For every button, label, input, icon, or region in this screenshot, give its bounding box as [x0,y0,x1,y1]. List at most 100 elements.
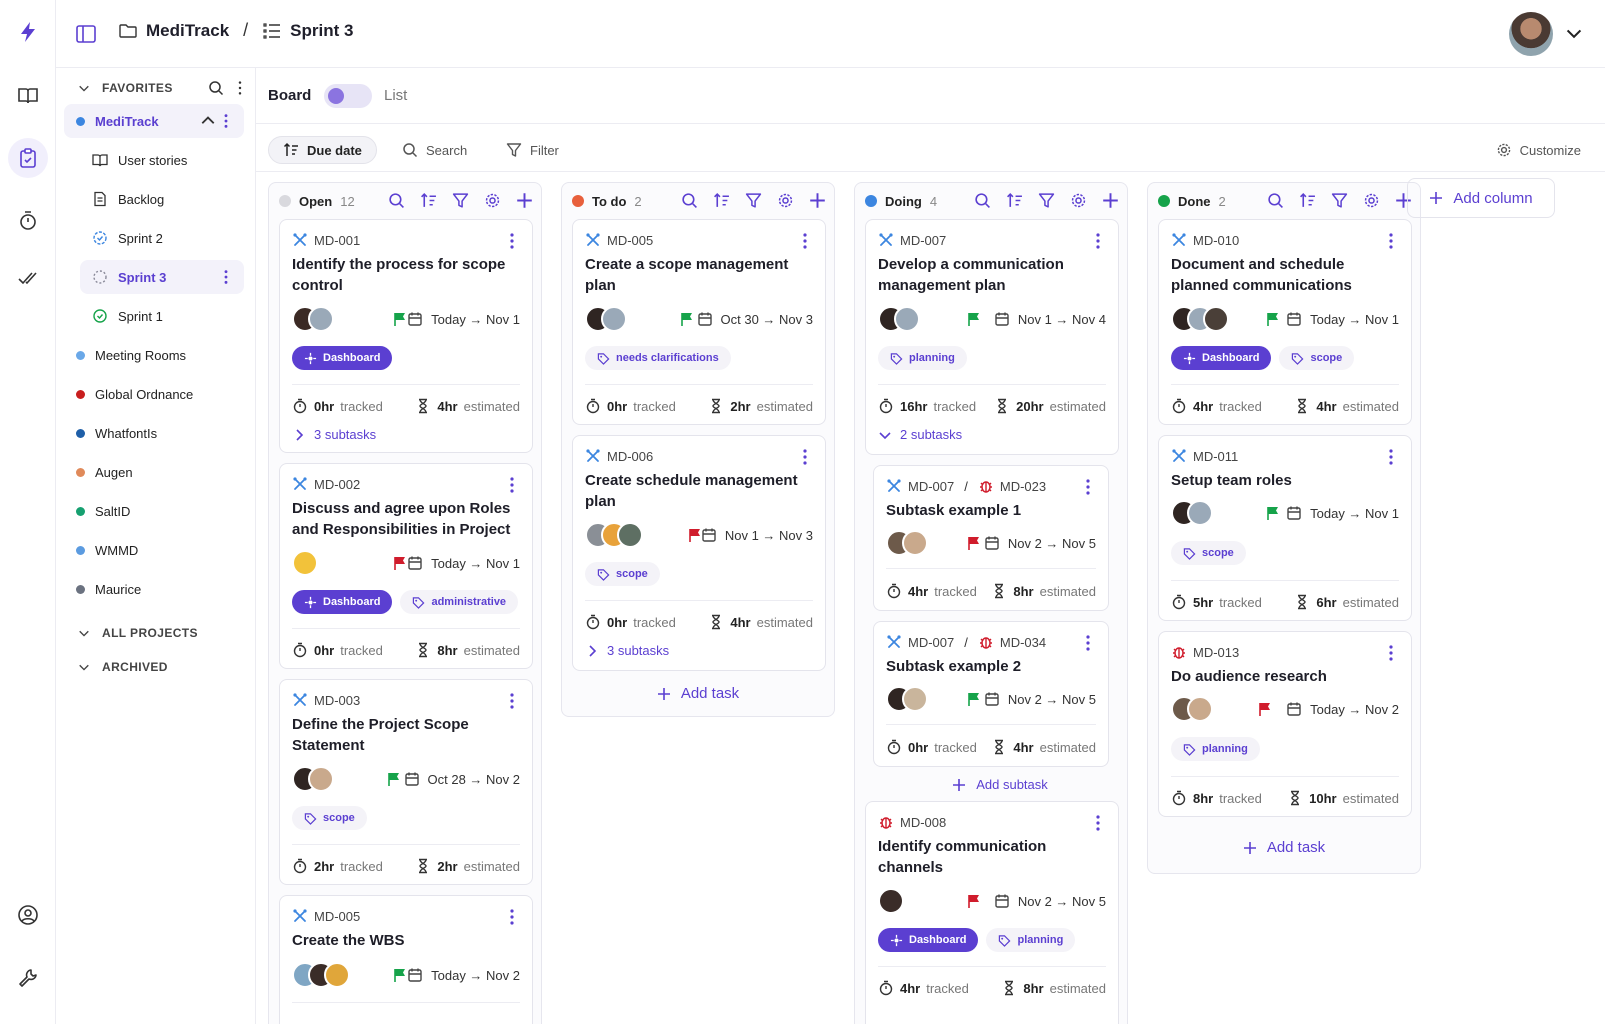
sidebar-item-saltid[interactable]: SaltID [64,494,244,528]
flag-icon[interactable] [1257,701,1273,717]
task-card[interactable]: MD-013 Do audience research Today → Nov … [1158,631,1412,817]
sort-icon[interactable] [1006,192,1023,209]
task-card[interactable]: MD-008 Identify communication channels N… [865,801,1119,1024]
more-vertical-icon[interactable] [1090,814,1106,832]
chevron-up-icon[interactable] [200,113,216,129]
assignee-avatars[interactable] [585,522,643,548]
stopwatch-icon[interactable] [8,201,48,241]
date-range[interactable]: Oct 30 → Nov 3 [697,311,813,327]
customize-button[interactable]: Customize [1482,136,1595,164]
parent-id-text[interactable]: MD-007 [908,635,954,650]
sidebar-item-wmmd[interactable]: WMMD [64,533,244,567]
assignee-avatars[interactable] [1171,696,1213,722]
assignee-avatars[interactable] [585,306,627,332]
sidebar-all-projects-header[interactable]: ALL PROJECTS [78,623,198,643]
date-range[interactable]: Nov 2 → Nov 5 [984,535,1096,551]
date-range[interactable]: Nov 1 → Nov 3 [701,527,813,543]
view-board-label[interactable]: Board [268,87,311,104]
clipboard-icon[interactable] [8,138,48,178]
due-date-sort-button[interactable]: Due date [268,136,377,164]
view-toggle-switch[interactable] [324,84,372,108]
tag-planning[interactable]: planning [878,346,967,370]
sidebar-item-maurice[interactable]: Maurice [64,572,244,606]
sidebar-archived-header[interactable]: ARCHIVED [78,657,168,677]
subtask-card[interactable]: MD-007 / MD-034 Subtask example 2 Nov 2 … [873,621,1109,767]
subtasks-toggle[interactable]: 2 subtasks [878,427,962,442]
date-range[interactable]: Oct 28 → Nov 2 [404,771,520,787]
task-card[interactable]: MD-002 Discuss and agree upon Roles and … [279,463,533,669]
task-card[interactable]: MD-005 Create the WBS Today → Nov 2 [279,895,533,1024]
add-task-button[interactable]: Add task [562,685,834,702]
subtasks-toggle[interactable]: 3 subtasks [585,643,669,658]
add-column-button[interactable]: Add column [1407,178,1555,218]
more-vertical-icon[interactable] [1383,448,1399,466]
task-card[interactable]: MD-003 Define the Project Scope Statemen… [279,679,533,885]
date-range[interactable]: Today → Nov 1 [1286,505,1399,521]
date-range[interactable]: Nov 1 → Nov 4 [994,311,1106,327]
sort-icon[interactable] [713,192,730,209]
sidebar-item-augen[interactable]: Augen [64,455,244,489]
tag-scope[interactable]: scope [1279,346,1355,370]
sidebar-item-sprint-2[interactable]: Sprint 2 [80,221,244,255]
sidebar-favorites-header[interactable]: FAVORITES [78,78,173,98]
date-range[interactable]: Today → Nov 2 [1286,701,1399,717]
add-task-button[interactable]: Add task [1148,839,1420,856]
more-vertical-icon[interactable] [504,692,520,710]
filter-icon[interactable] [452,192,469,209]
flag-icon[interactable] [392,967,408,983]
double-check-icon[interactable] [8,258,48,298]
sidebar-item-whatfontis[interactable]: WhatfontIs [64,416,244,450]
more-vertical-icon[interactable] [504,476,520,494]
tag-scope[interactable]: scope [585,562,660,586]
more-vertical-icon[interactable] [797,232,813,250]
book-icon[interactable] [8,76,48,116]
logo-bolt-icon[interactable] [8,12,48,52]
more-vertical-icon[interactable] [1080,478,1096,496]
tag-dashboard[interactable]: Dashboard [292,346,393,370]
filter-icon[interactable] [1331,192,1348,209]
task-card[interactable]: MD-010 Document and schedule planned com… [1158,219,1412,425]
task-card[interactable]: MD-011 Setup team roles Today → Nov 1 sc… [1158,435,1412,621]
sort-icon[interactable] [420,192,437,209]
tag-administrative[interactable]: administrative [400,590,519,614]
sidebar-item-meditrack[interactable]: MediTrack [64,104,244,138]
date-range[interactable]: Nov 2 → Nov 5 [984,691,1096,707]
chevron-down-icon[interactable] [1565,24,1583,42]
flag-icon[interactable] [679,311,695,327]
assignee-avatars[interactable] [878,306,920,332]
subtasks-toggle[interactable]: 3 subtasks [292,427,376,442]
assignee-avatars[interactable] [1171,500,1213,526]
tag-dashboard[interactable]: Dashboard [292,590,393,614]
breadcrumb-sprint[interactable]: Sprint 3 [290,21,353,41]
tag-dashboard[interactable]: Dashboard [1171,346,1272,370]
more-vertical-icon[interactable] [1090,232,1106,250]
sidebar-item-sprint-1[interactable]: Sprint 1 [80,299,244,333]
tag-planning[interactable]: planning [986,928,1076,952]
tag-needs-clarifications[interactable]: needs clarifications [585,346,731,370]
wrench-icon[interactable] [8,958,48,998]
flag-icon[interactable] [386,771,402,787]
sidebar-item-sprint-3[interactable]: Sprint 3 [80,260,244,294]
task-card[interactable]: MD-006 Create schedule management plan N… [572,435,826,671]
tag-scope[interactable]: scope [1171,541,1246,565]
flag-icon[interactable] [392,555,408,571]
gear-icon[interactable] [1363,192,1380,209]
assignee-avatars[interactable] [292,550,318,576]
flag-icon[interactable] [1265,505,1281,521]
sidebar-item-user-stories[interactable]: User stories [80,143,244,177]
assignee-avatars[interactable] [1171,306,1229,332]
task-card[interactable]: MD-007 Develop a communication managemen… [865,219,1119,455]
gear-icon[interactable] [1070,192,1087,209]
plus-icon[interactable] [1102,192,1119,209]
search-icon[interactable] [681,192,698,209]
flag-icon[interactable] [392,311,408,327]
task-card[interactable]: MD-001 Identify the process for scope co… [279,219,533,453]
gear-icon[interactable] [484,192,501,209]
more-vertical-icon[interactable] [218,113,234,129]
date-range[interactable]: Today → Nov 1 [1286,311,1399,327]
more-vertical-icon[interactable] [1080,634,1096,652]
tag-dashboard[interactable]: Dashboard [878,928,979,952]
assignee-avatars[interactable] [878,888,904,914]
parent-id-text[interactable]: MD-007 [908,479,954,494]
filter-button[interactable]: Filter [492,136,573,164]
